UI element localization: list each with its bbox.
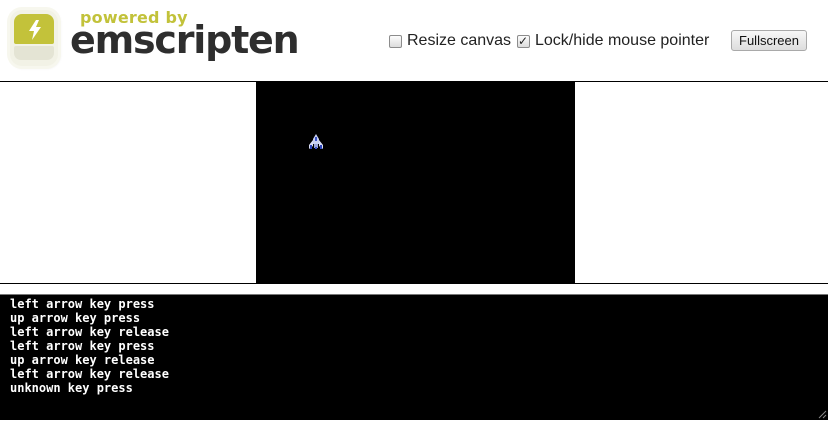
lock-pointer-control[interactable]: ✓ Lock/hide mouse pointer: [517, 31, 709, 51]
emscripten-logo[interactable]: powered by emscripten: [6, 6, 300, 72]
resize-canvas-checkbox[interactable]: [389, 34, 402, 48]
canvas-bottom-divider: [0, 283, 828, 284]
ship-sprite-icon: [309, 134, 323, 149]
output-line: up arrow key press: [10, 311, 141, 325]
output-line: left arrow key release: [10, 325, 169, 339]
output-line: unknown key press: [10, 381, 133, 395]
emscripten-page: powered by emscripten Resize canvas ✓ Lo…: [0, 0, 828, 436]
lightning-badge-icon: [10, 10, 58, 66]
game-canvas[interactable]: [256, 82, 575, 283]
resize-canvas-control[interactable]: Resize canvas: [389, 31, 511, 51]
lock-pointer-label: Lock/hide mouse pointer: [535, 32, 710, 49]
resize-grip-icon[interactable]: [818, 410, 827, 419]
lock-pointer-checkbox[interactable]: ✓: [517, 33, 530, 48]
resize-canvas-label: Resize canvas: [407, 32, 512, 49]
output-line: left arrow key release: [10, 367, 169, 381]
output-console[interactable]: left arrow key press up arrow key press …: [0, 294, 828, 420]
output-line: left arrow key press: [10, 297, 155, 311]
checkmark-icon: ✓: [518, 33, 529, 48]
output-line: left arrow key press: [10, 339, 155, 353]
output-line: up arrow key release: [10, 353, 155, 367]
logo-wordmark: emscripten: [70, 18, 300, 62]
fullscreen-button[interactable]: Fullscreen: [731, 30, 807, 51]
